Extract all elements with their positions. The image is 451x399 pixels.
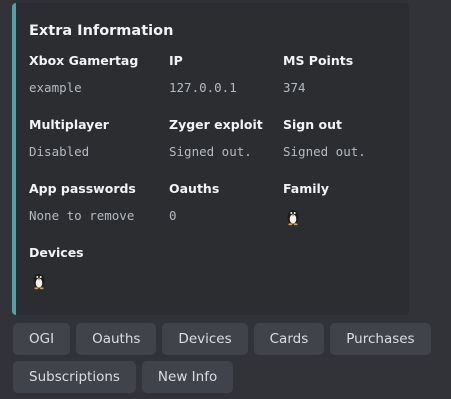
field-value: 374: [283, 80, 306, 95]
embed-title: Extra Information: [29, 23, 174, 39]
field-value: Signed out.: [169, 144, 252, 159]
field-name: App passwords: [29, 181, 136, 196]
field-ms-points: MS Points 374: [283, 53, 353, 95]
field-value: None to remove: [29, 208, 135, 223]
field-oauths: Oauths 0: [169, 181, 219, 223]
devices-button[interactable]: Devices: [162, 323, 248, 355]
field-name: IP: [169, 53, 183, 68]
new-info-button[interactable]: New Info: [141, 361, 234, 393]
field-app-passwords: App passwords None to remove: [29, 181, 136, 223]
embed-accent-bar: [12, 3, 16, 315]
field-name: Devices: [29, 245, 84, 260]
field-name: Family: [283, 181, 329, 196]
button-row: OGI Oauths Devices Cards Purchases: [13, 323, 443, 355]
subscriptions-button[interactable]: Subscriptions: [13, 361, 136, 393]
oauths-button[interactable]: Oauths: [76, 323, 157, 355]
field-value: Signed out.: [283, 144, 366, 159]
field-devices: Devices: [29, 245, 84, 294]
field-name: Sign out: [283, 117, 342, 132]
ogi-button[interactable]: OGI: [13, 323, 71, 355]
field-multiplayer: Multiplayer Disabled: [29, 117, 109, 159]
extra-information-embed: Extra Information Xbox Gamertag example …: [12, 3, 409, 315]
field-name: Oauths: [169, 181, 220, 196]
field-value: Disabled: [29, 144, 90, 159]
button-bar: OGI Oauths Devices Cards Purchases Subsc…: [13, 323, 443, 399]
field-name: Xbox Gamertag: [29, 53, 139, 68]
field-sign-out: Sign out Signed out.: [283, 117, 366, 159]
field-name: MS Points: [283, 53, 354, 68]
field-family: Family: [283, 181, 329, 230]
penguin-icon: [33, 274, 45, 290]
penguin-icon: [287, 210, 299, 226]
field-value: 127.0.0.1: [169, 80, 237, 95]
field-ip: IP 127.0.0.1: [169, 53, 237, 95]
button-row: Subscriptions New Info: [13, 361, 443, 393]
field-xbox-gamertag: Xbox Gamertag example: [29, 53, 138, 95]
field-name: Zyger exploit: [169, 117, 263, 132]
field-name: Multiplayer: [29, 117, 109, 132]
field-value: example: [29, 80, 82, 95]
cards-button[interactable]: Cards: [253, 323, 325, 355]
purchases-button[interactable]: Purchases: [330, 323, 431, 355]
field-value: 0: [169, 208, 177, 223]
field-zyger-exploit: Zyger exploit Signed out.: [169, 117, 263, 159]
